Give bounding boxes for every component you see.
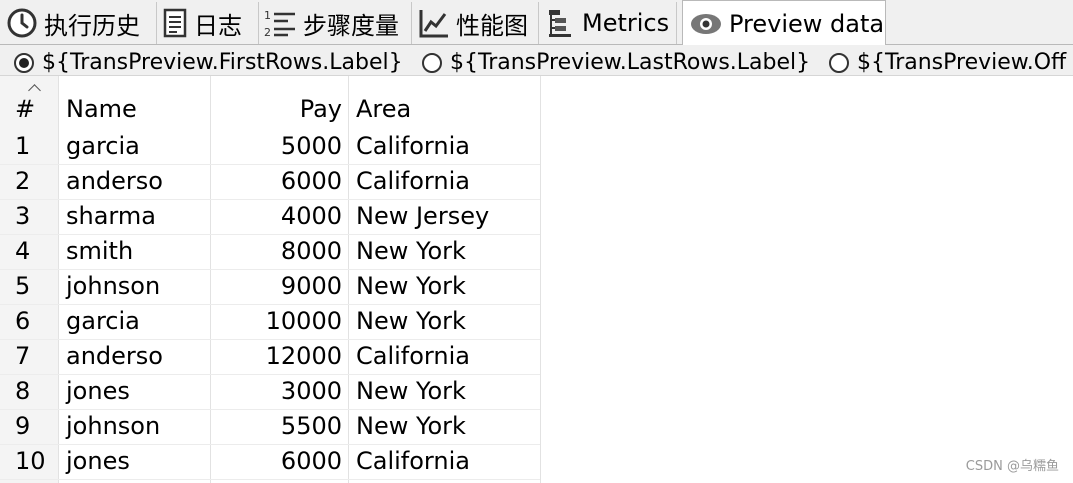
cell-pay[interactable]: 6000 bbox=[212, 444, 342, 478]
cell-row-number: 9 bbox=[15, 412, 31, 440]
cell-area[interactable]: New York bbox=[356, 304, 466, 338]
cell-area[interactable]: California bbox=[356, 164, 470, 198]
cell-name[interactable]: anderso bbox=[66, 164, 163, 198]
cell-pay[interactable]: 6000 bbox=[212, 164, 342, 198]
cell-area[interactable]: California bbox=[356, 339, 470, 373]
cell-area[interactable]: New York bbox=[356, 374, 466, 408]
eye-icon bbox=[689, 12, 723, 36]
cell-name[interactable]: garcia bbox=[66, 129, 140, 163]
cell-name[interactable]: johnson bbox=[66, 269, 160, 303]
cell-row-number: 6 bbox=[15, 307, 31, 335]
header-name[interactable]: Name bbox=[66, 92, 137, 126]
cell-name[interactable]: anderso bbox=[66, 339, 163, 373]
document-icon bbox=[162, 7, 188, 39]
table-row[interactable]: 8 jones 3000 New York bbox=[0, 374, 540, 410]
cell-pay[interactable]: 12000 bbox=[212, 339, 342, 373]
radio-unselected-icon[interactable] bbox=[829, 52, 849, 73]
tab-label: 性能图 bbox=[456, 11, 528, 40]
cell-pay[interactable]: 8000 bbox=[212, 234, 342, 268]
svg-text:2: 2 bbox=[264, 26, 271, 39]
cell-area[interactable]: New York bbox=[356, 409, 466, 443]
tab-metrics[interactable]: Metrics bbox=[546, 2, 677, 44]
tab-preview-data[interactable]: Preview data bbox=[682, 0, 886, 46]
table-row[interactable]: 2 anderso 6000 California bbox=[0, 164, 540, 200]
preview-data-table: # Name Pay Area 1 garcia 5000 California… bbox=[0, 75, 1073, 483]
svg-text:1: 1 bbox=[264, 9, 271, 22]
cell-row-number: 4 bbox=[15, 237, 31, 265]
cell-row-number: 8 bbox=[15, 377, 31, 405]
radio-unselected-icon[interactable] bbox=[422, 52, 442, 73]
tab-label: Preview data bbox=[729, 9, 885, 38]
cell-row-number: 5 bbox=[15, 272, 31, 300]
cell-row-number: 10 bbox=[15, 447, 46, 475]
tab-performance-graph[interactable]: 性能图 bbox=[418, 2, 539, 44]
table-header: # Name Pay Area bbox=[0, 76, 1073, 130]
header-area[interactable]: Area bbox=[356, 92, 411, 126]
cell-row-number: 1 bbox=[15, 132, 31, 160]
cell-area[interactable]: California bbox=[356, 129, 470, 163]
radio-off[interactable]: ${TransPreview.Off bbox=[829, 50, 1066, 75]
table-row[interactable]: 4 smith 8000 New York bbox=[0, 234, 540, 270]
tab-label: 执行历史 bbox=[44, 11, 140, 40]
watermark: CSDN @乌糯鱼 bbox=[965, 459, 1059, 474]
tab-step-metrics[interactable]: 12 步骤度量 bbox=[263, 2, 412, 44]
tab-bar: 执行历史 日志 12 步骤度量 性能图 Metrics Preview data bbox=[0, 0, 1073, 46]
cell-row-number: 7 bbox=[15, 342, 31, 370]
cell-name[interactable]: sharma bbox=[66, 199, 156, 233]
table-row[interactable]: 10 jones 6000 California bbox=[0, 444, 540, 480]
table-row[interactable]: 5 johnson 9000 New York bbox=[0, 269, 540, 305]
line-chart-icon bbox=[418, 7, 450, 39]
table-row[interactable]: 7 anderso 12000 California bbox=[0, 339, 540, 375]
radio-label: ${TransPreview.Off bbox=[857, 50, 1067, 75]
header-pay[interactable]: Pay bbox=[212, 92, 342, 126]
radio-last-rows[interactable]: ${TransPreview.LastRows.Label} bbox=[422, 50, 810, 75]
cell-pay[interactable]: 4000 bbox=[212, 199, 342, 233]
tab-label: Metrics bbox=[582, 9, 670, 37]
cell-area[interactable]: New York bbox=[356, 234, 466, 268]
cell-name[interactable]: smith bbox=[66, 234, 133, 268]
radio-label: ${TransPreview.LastRows.Label} bbox=[450, 50, 811, 75]
cell-area[interactable]: New York bbox=[356, 269, 466, 303]
table-row[interactable]: 3 sharma 4000 New Jersey bbox=[0, 199, 540, 235]
cell-pay[interactable]: 5500 bbox=[212, 409, 342, 443]
tab-label: 日志 bbox=[194, 11, 242, 40]
tab-label: 步骤度量 bbox=[303, 11, 399, 40]
cell-name[interactable]: jones bbox=[66, 444, 130, 478]
tab-log[interactable]: 日志 bbox=[162, 2, 259, 44]
cell-area[interactable]: New Jersey bbox=[356, 199, 489, 233]
hierarchy-icon bbox=[546, 7, 576, 39]
tab-execution-history[interactable]: 执行历史 bbox=[6, 2, 157, 44]
numbered-list-icon: 12 bbox=[263, 7, 297, 39]
radio-first-rows[interactable]: ${TransPreview.FirstRows.Label} bbox=[14, 50, 403, 75]
cell-pay[interactable]: 3000 bbox=[212, 374, 342, 408]
cell-name[interactable]: johnson bbox=[66, 409, 160, 443]
radio-label: ${TransPreview.FirstRows.Label} bbox=[42, 50, 403, 75]
table-row[interactable]: 6 garcia 10000 New York bbox=[0, 304, 540, 340]
table-row[interactable]: 9 johnson 5500 New York bbox=[0, 409, 540, 445]
cell-pay[interactable]: 5000 bbox=[212, 129, 342, 163]
radio-selected-icon[interactable] bbox=[14, 52, 34, 73]
cell-row-number: 2 bbox=[15, 167, 31, 195]
cell-name[interactable]: garcia bbox=[66, 304, 140, 338]
cell-area[interactable]: California bbox=[356, 444, 470, 478]
cell-pay[interactable]: 9000 bbox=[212, 269, 342, 303]
preview-mode-options: ${TransPreview.FirstRows.Label} ${TransP… bbox=[0, 45, 1073, 75]
cell-row-number: 3 bbox=[15, 202, 31, 230]
header-row-number[interactable]: # bbox=[15, 92, 35, 126]
cell-pay[interactable]: 10000 bbox=[212, 304, 342, 338]
table-row[interactable]: 1 garcia 5000 California bbox=[0, 129, 540, 165]
clock-icon bbox=[6, 7, 38, 39]
cell-name[interactable]: jones bbox=[66, 374, 130, 408]
